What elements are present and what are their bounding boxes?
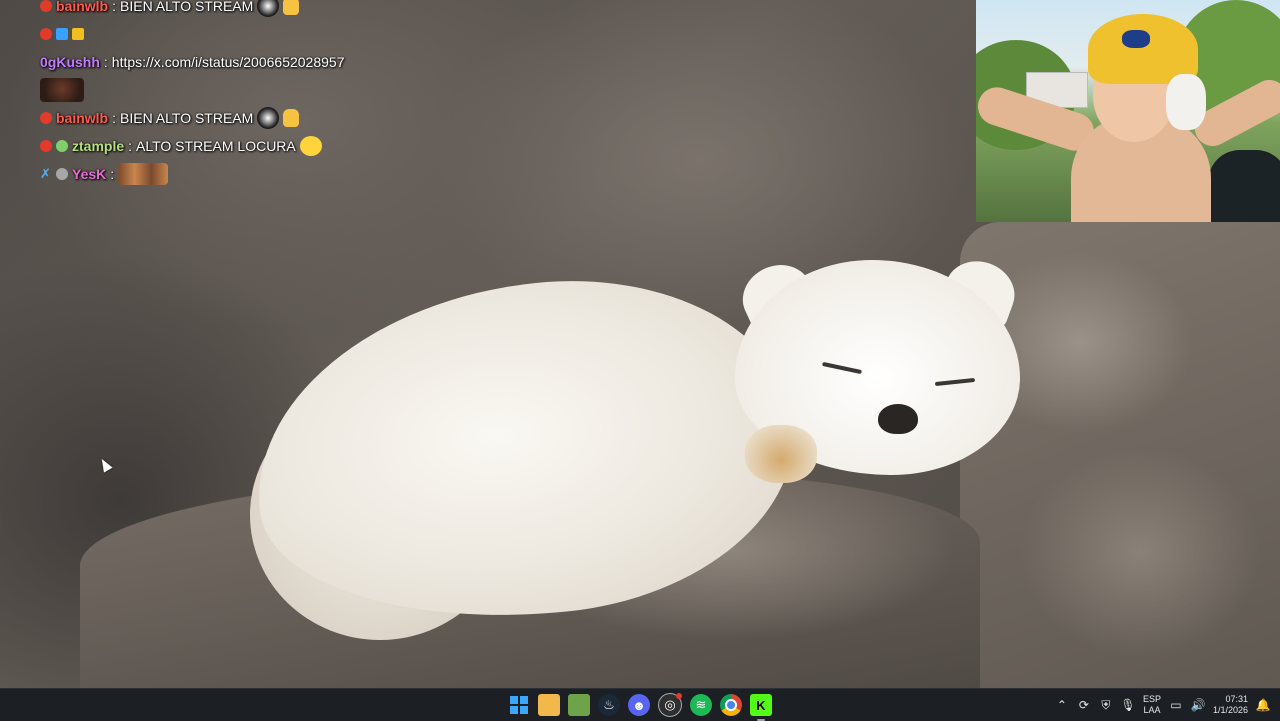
clock[interactable]: 07:31 1/1/2026 <box>1213 694 1248 716</box>
windows-logo-icon <box>510 696 528 714</box>
shield-icon[interactable]: ⛨ <box>1099 698 1113 712</box>
chat-text: ALTO STREAM LOCURA <box>136 138 296 154</box>
language-indicator[interactable]: ESP LAA <box>1143 694 1161 716</box>
keyboard-layout: LAA <box>1143 705 1161 715</box>
wallpaper-fox-paw <box>745 425 817 483</box>
wallpaper-fox-nose <box>878 404 918 434</box>
chat-username: bainwlb <box>56 0 109 14</box>
verified-badge-icon <box>56 168 68 180</box>
notification-icon[interactable]: 🔔 <box>1256 698 1271 712</box>
obs-icon[interactable]: ◎ <box>658 693 682 717</box>
microphone-icon[interactable]: 🎙 <box>1120 698 1135 712</box>
start-button[interactable] <box>508 694 530 716</box>
spotify-icon[interactable]: ≋ <box>690 694 712 716</box>
taskbar-apps: ♨ ☻ ◎ ≋ K <box>508 693 772 721</box>
chevron-up-icon[interactable]: ⌃ <box>1055 698 1069 712</box>
chat-overlay: bainwlb: BIEN ALTO STREAM 0gKushh: https… <box>40 0 560 188</box>
kick-icon[interactable]: K <box>750 694 772 721</box>
chat-username: bainwlb <box>56 110 109 126</box>
volume-icon[interactable]: 🔊 <box>1190 698 1205 712</box>
moderator-badge-icon <box>40 112 52 124</box>
clock-date: 1/1/2026 <box>1212 705 1248 715</box>
discord-icon[interactable]: ☻ <box>628 694 650 716</box>
chat-message <box>40 20 560 48</box>
taskbar: ♨ ☻ ◎ ≋ K ⌃ ⟳ ⛨ 🎙 ESP LAA ▭ 🔊 07:31 1/1/… <box>0 688 1280 721</box>
chat-username: 0gKushh <box>40 54 100 70</box>
webcam-chair <box>1208 150 1280 222</box>
sword-badge-icon: ✗ <box>40 166 51 181</box>
group-emote-icon <box>118 163 169 185</box>
headphones-icon <box>1166 74 1206 130</box>
moderator-badge-icon <box>40 28 52 40</box>
chat-username: ztample <box>72 138 125 154</box>
thumbs-up-emote-icon <box>283 0 300 15</box>
hat-logo-icon <box>1122 30 1150 48</box>
dog-emote-icon <box>257 0 280 17</box>
system-tray: ⌃ ⟳ ⛨ 🎙 ESP LAA ▭ 🔊 07:31 1/1/2026 🔔 <box>1055 689 1271 721</box>
thumbs-up-emote-icon <box>283 109 300 127</box>
moderator-badge-icon <box>40 0 52 12</box>
dog-emote-icon <box>257 107 280 129</box>
webcam-overlay <box>976 0 1280 222</box>
recording-indicator <box>676 693 682 699</box>
chat-message <box>40 76 560 104</box>
chat-text: BIEN ALTO STREAM <box>120 0 254 14</box>
laughing-emote-icon <box>299 136 322 156</box>
moderator-badge-icon <box>40 140 52 152</box>
steam-icon[interactable]: ♨ <box>598 694 620 716</box>
subscriber-badge-icon <box>56 28 68 40</box>
subscriber-badge-icon <box>56 140 68 152</box>
chat-message: 0gKushh: https://x.com/i/status/20066520… <box>40 48 560 76</box>
chat-message: ztample: ALTO STREAM LOCURA <box>40 132 560 160</box>
chrome-icon[interactable] <box>720 694 742 716</box>
chat-text: BIEN ALTO STREAM <box>120 110 254 126</box>
chat-message: bainwlb: BIEN ALTO STREAM <box>40 104 560 132</box>
face-emote-icon <box>40 78 84 102</box>
minecraft-icon[interactable] <box>568 694 590 716</box>
chat-message: ✗ YesK: <box>40 160 560 188</box>
network-icon[interactable]: ▭ <box>1169 698 1183 712</box>
file-explorer-icon[interactable] <box>538 694 560 716</box>
chat-username: YesK <box>72 166 107 182</box>
language-code: ESP <box>1142 694 1161 704</box>
chat-link[interactable]: https://x.com/i/status/2006652028957 <box>112 48 345 76</box>
clock-time: 07:31 <box>1225 694 1248 704</box>
sync-icon[interactable]: ⟳ <box>1077 698 1091 712</box>
chat-message: bainwlb: BIEN ALTO STREAM <box>40 0 560 20</box>
gift-badge-icon <box>72 28 84 40</box>
